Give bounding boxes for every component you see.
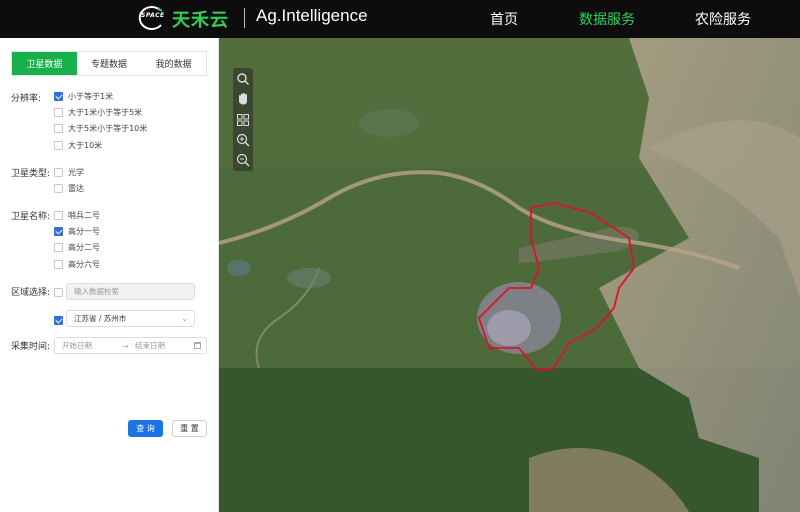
brand-name-cn[interactable]: 天禾云: [172, 6, 229, 32]
zoom-in-icon[interactable]: [236, 133, 250, 147]
logo-text: SPACE: [141, 12, 165, 19]
satellite-type-radar[interactable]: 雷达: [54, 182, 84, 194]
checkbox[interactable]: [54, 91, 63, 101]
option-label: 小于等于1米: [68, 91, 114, 101]
satellite-type-label: 卫星类型:: [11, 169, 51, 179]
satellite-name-gf6[interactable]: 高分六号: [54, 258, 100, 270]
region-search-placeholder: 输入数据检索: [74, 287, 119, 296]
checkbox[interactable]: [54, 107, 63, 117]
data-tabs: 卫星数据 专题数据 我的数据: [11, 51, 207, 76]
satellite-name-gf2[interactable]: 高分二号: [54, 241, 100, 253]
checkbox[interactable]: [54, 167, 63, 177]
nav-insurance-services[interactable]: 农险服务: [695, 9, 751, 29]
chevron-down-icon: ⌄: [181, 314, 188, 323]
tab-my-data[interactable]: 我的数据: [141, 52, 206, 75]
checkbox[interactable]: [54, 183, 63, 193]
satellite-name-label: 卫星名称:: [11, 212, 51, 222]
nav-data-services[interactable]: 数据服务: [579, 9, 635, 29]
checkbox[interactable]: [54, 226, 63, 236]
satellite-map[interactable]: [219, 38, 800, 512]
resolution-label: 分辨率:: [11, 94, 42, 104]
region-label: 区域选择:: [11, 288, 51, 298]
tab-thematic-data[interactable]: 专题数据: [77, 52, 142, 75]
reset-button[interactable]: 重 置: [172, 420, 207, 437]
filter-sidebar: 卫星数据 专题数据 我的数据 分辨率: 小于等于1米 大于1米小于等于5米 大于…: [0, 38, 219, 512]
map-toolbar: [233, 68, 253, 171]
calendar-icon: [194, 342, 201, 349]
brand-divider: [244, 8, 245, 28]
option-label: 雷达: [68, 183, 84, 193]
option-label: 大于10米: [68, 140, 103, 150]
region-cascader-select[interactable]: 江苏省 / 苏州市 ⌄: [66, 310, 195, 327]
start-date-placeholder[interactable]: 开始日期: [62, 340, 92, 351]
end-date-placeholder[interactable]: 结束日期: [135, 340, 165, 351]
region-search-input[interactable]: 输入数据检索: [66, 283, 195, 300]
checkbox[interactable]: [54, 242, 63, 252]
option-label: 大于1米小于等于5米: [68, 107, 143, 117]
satellite-name-gf1[interactable]: 高分一号: [54, 225, 100, 237]
option-label: 高分六号: [68, 259, 100, 269]
nav-home[interactable]: 首页: [490, 9, 518, 29]
resolution-option-5to10m[interactable]: 大于5米小于等于10米: [54, 122, 147, 134]
collection-time-label: 采集时间:: [11, 342, 51, 352]
date-range-separator: →: [122, 342, 129, 351]
query-button[interactable]: 查 询: [128, 420, 163, 437]
resolution-option-1to5m[interactable]: 大于1米小于等于5米: [54, 106, 142, 118]
region-selected-value: 江苏省 / 苏州市: [74, 314, 127, 323]
region-select-checkbox[interactable]: [54, 316, 63, 325]
option-label: 光学: [68, 167, 84, 177]
resolution-option-le1m[interactable]: 小于等于1米: [54, 90, 113, 102]
option-label: 大于5米小于等于10米: [68, 123, 148, 133]
option-label: 高分一号: [68, 226, 100, 236]
zoom-out-icon[interactable]: [236, 153, 250, 167]
search-icon[interactable]: [236, 72, 250, 86]
checkbox[interactable]: [54, 123, 63, 133]
top-navigation-bar: SPACE 天禾云 Ag.Intelligence 首页 数据服务 农险服务: [0, 0, 800, 38]
pan-hand-icon[interactable]: [236, 92, 250, 106]
date-range-picker[interactable]: 开始日期 → 结束日期: [54, 337, 207, 354]
checkbox[interactable]: [54, 210, 63, 220]
option-label: 高分二号: [68, 242, 100, 252]
region-search-checkbox[interactable]: [54, 288, 63, 297]
checkbox[interactable]: [54, 259, 63, 269]
satellite-imagery: [219, 38, 800, 512]
satellite-type-optical[interactable]: 光学: [54, 166, 84, 178]
checkbox[interactable]: [54, 140, 63, 150]
satellite-name-sentinel2[interactable]: 哨兵二号: [54, 209, 100, 221]
resolution-option-gt10m[interactable]: 大于10米: [54, 139, 102, 151]
brand-name-en[interactable]: Ag.Intelligence: [256, 6, 368, 26]
grid-layers-icon[interactable]: [236, 113, 250, 127]
tab-satellite-data[interactable]: 卫星数据: [12, 52, 77, 75]
option-label: 哨兵二号: [68, 210, 100, 220]
